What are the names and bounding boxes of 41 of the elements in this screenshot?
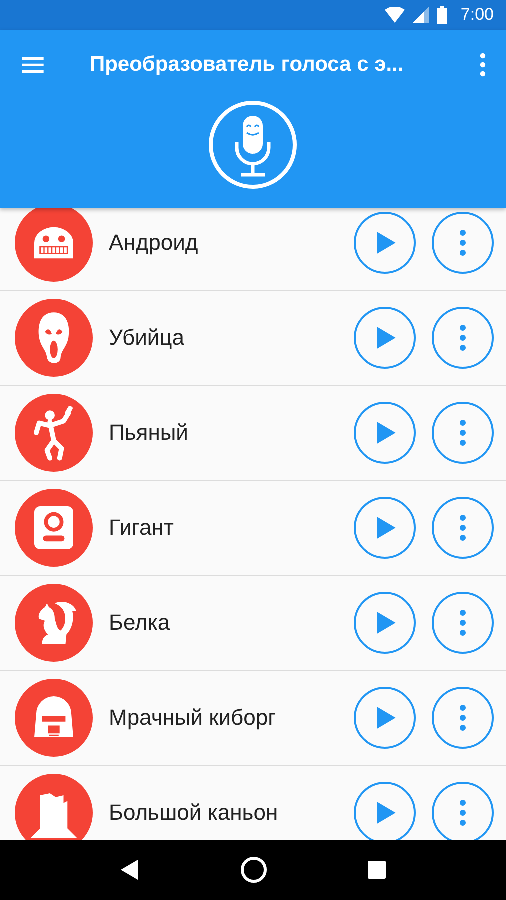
voice-name: Мрачный киборг [109,705,278,731]
play-button[interactable] [354,687,416,749]
portrait-frame-icon [15,489,93,567]
voice-options-button[interactable] [432,592,494,654]
play-button[interactable] [354,592,416,654]
more-icon [458,609,468,637]
voice-name: Гигант [109,515,175,541]
signal-icon [412,7,429,23]
more-icon [458,324,468,352]
robot-face-icon [15,208,93,282]
squirrel-icon [15,584,93,662]
battery-icon [436,6,447,24]
app-title: Преобразователь голоса с э... [89,53,405,77]
voice-options-button[interactable] [432,212,494,274]
more-icon [458,514,468,542]
voice-options-button[interactable] [432,402,494,464]
wifi-icon [384,7,405,23]
helmet-icon [15,679,93,757]
voice-options-button[interactable] [432,497,494,559]
voice-name: Убийца [109,325,186,351]
clock: 7:00 [460,5,494,25]
voice-name: Большой каньон [109,800,280,826]
voice-options-button[interactable] [432,687,494,749]
more-icon [458,229,468,257]
voice-name: Белка [109,610,172,636]
more-icon [480,53,486,77]
play-button[interactable] [354,307,416,369]
back-button[interactable] [120,859,140,881]
play-button[interactable] [354,212,416,274]
dancing-figure-icon [15,394,93,472]
more-icon [458,419,468,447]
mask-icon [15,299,93,377]
voice-options-button[interactable] [432,307,494,369]
more-icon [458,704,468,732]
more-icon [458,799,468,827]
voice-name: Пьяный [109,420,190,446]
play-button[interactable] [354,402,416,464]
play-button[interactable] [354,497,416,559]
record-button[interactable] [208,100,298,190]
voice-name: Андроид [109,230,200,256]
home-button[interactable] [240,856,268,884]
